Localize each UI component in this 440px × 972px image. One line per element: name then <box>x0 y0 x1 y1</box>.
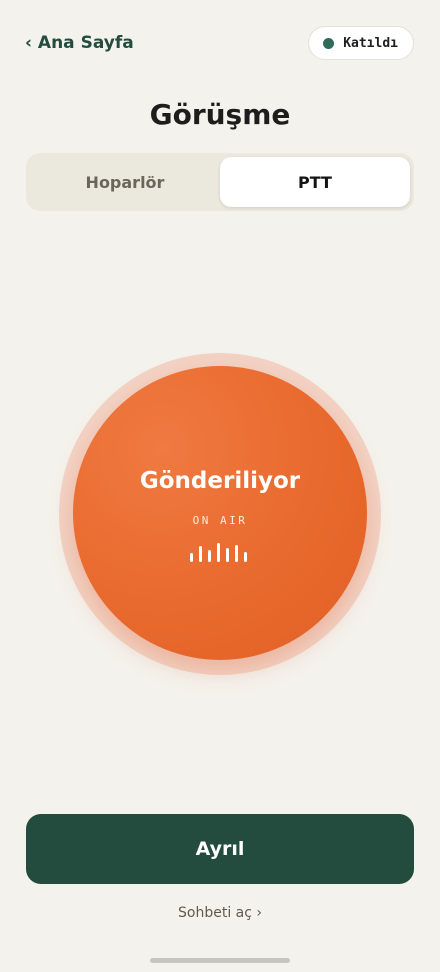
audio-level-bar <box>235 545 238 562</box>
back-button[interactable]: ‹ Ana Sayfa <box>25 33 134 53</box>
audio-level-bar <box>226 548 229 562</box>
status-dot-icon <box>323 37 335 49</box>
page-title: Görüşme <box>149 98 291 131</box>
status-badge: Katıldı <box>308 26 414 60</box>
audio-level-bar <box>244 552 247 562</box>
tab-ptt[interactable]: PTT <box>220 157 410 207</box>
leave-button[interactable]: Ayrıl <box>26 814 414 884</box>
audio-level-bar <box>217 543 220 562</box>
audio-level-icon <box>190 538 250 562</box>
audio-level-bar <box>208 550 211 562</box>
open-chat-link[interactable]: Sohbeti aç › <box>0 905 440 921</box>
home-indicator <box>150 958 290 963</box>
status-text: Katıldı <box>343 35 398 51</box>
audio-level-bar <box>190 553 193 562</box>
push-to-talk-button[interactable]: Gönderiliyor ON AIR <box>73 366 367 660</box>
ptt-status-label: Gönderiliyor <box>139 468 301 494</box>
on-air-label: ON AIR <box>192 514 248 527</box>
audio-level-bar <box>199 546 202 562</box>
tab-speaker[interactable]: Hoparlör <box>30 157 220 207</box>
mode-switch: Hoparlör PTT <box>26 153 414 211</box>
